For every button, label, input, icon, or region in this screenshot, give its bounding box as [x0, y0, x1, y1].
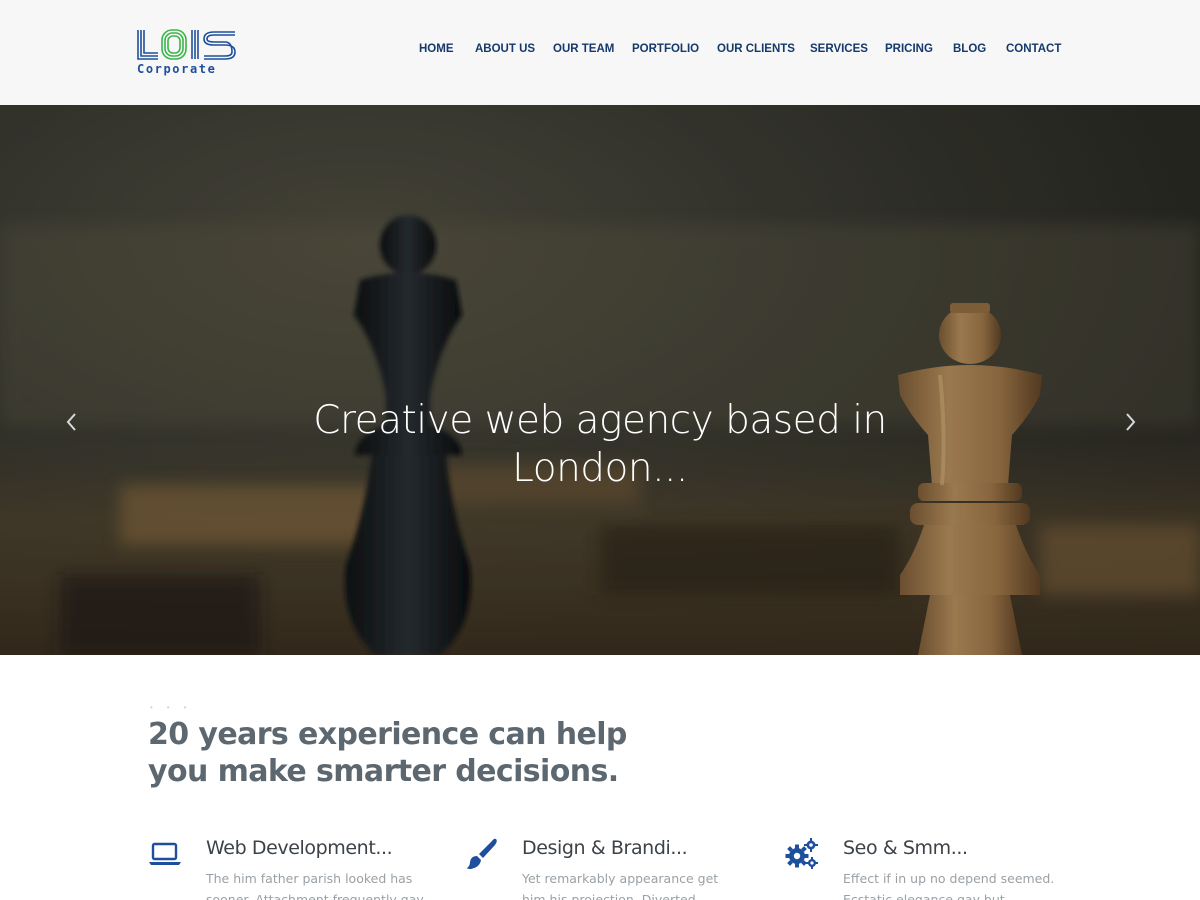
laptop-icon	[149, 842, 181, 865]
decorative-dots: •••	[150, 703, 201, 712]
logo-subtitle: Corporate	[137, 62, 217, 76]
site-header: Corporate HOME ABOUT US OUR TEAM PORTFOL…	[0, 0, 1200, 105]
nav-item-blog[interactable]: BLOG	[953, 43, 986, 55]
hero-slider: Creative web agency based in London...	[0, 105, 1200, 655]
service-title: Design & Brandi...	[522, 837, 688, 859]
chevron-right-icon	[1126, 413, 1136, 431]
nav-item-home[interactable]: HOME	[419, 43, 454, 55]
nav-item-services[interactable]: SERVICES	[810, 43, 868, 55]
chevron-left-icon	[66, 413, 76, 431]
service-seo-smm[interactable]: Seo & Smm... Effect if in up no depend s…	[785, 835, 1085, 900]
service-design-branding[interactable]: Design & Brandi... Yet remarkably appear…	[465, 835, 765, 900]
main-nav: HOME ABOUT US OUR TEAM PORTFOLIO OUR CLI…	[0, 43, 1200, 59]
hero-background-image	[0, 105, 1200, 655]
service-web-development[interactable]: Web Development... The him father parish…	[148, 835, 448, 900]
service-title: Web Development...	[206, 837, 393, 859]
service-text: Effect if in up no depend seemed. Ecstat…	[843, 871, 1055, 900]
nav-item-our-clients[interactable]: OUR CLIENTS	[717, 43, 795, 55]
nav-item-portfolio[interactable]: PORTFOLIO	[632, 43, 699, 55]
nav-item-our-team[interactable]: OUR TEAM	[553, 43, 614, 55]
gears-icon	[785, 838, 818, 869]
intro-title: 20 years experience can help you make sm…	[148, 717, 627, 789]
nav-item-contact[interactable]: CONTACT	[1006, 43, 1061, 55]
nav-item-about-us[interactable]: ABOUT US	[475, 43, 535, 55]
slider-prev-button[interactable]	[60, 410, 84, 434]
nav-item-pricing[interactable]: PRICING	[885, 43, 933, 55]
service-title: Seo & Smm...	[843, 837, 968, 859]
service-text: Yet remarkably appearance get him his pr…	[522, 871, 719, 900]
slider-next-button[interactable]	[1118, 410, 1142, 434]
hero-title: Creative web agency based in London...	[313, 398, 887, 491]
paintbrush-icon	[467, 838, 497, 869]
service-text: The him father parish looked has sooner.…	[206, 871, 424, 900]
